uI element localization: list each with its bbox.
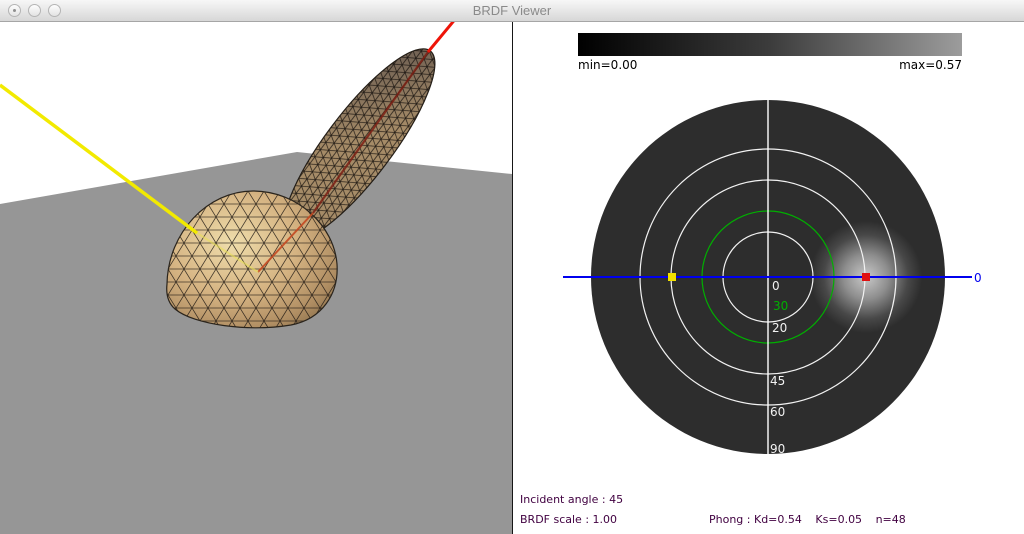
reflection-direction-marker	[862, 273, 870, 281]
ring-label-60: 60	[770, 405, 785, 419]
colorbar-max-label: max=0.57	[899, 58, 962, 72]
ring-label-0: 0	[772, 279, 780, 293]
brdf-viewer-window: BRDF Viewer	[0, 0, 1024, 534]
minimize-button[interactable]	[28, 4, 41, 17]
incident-angle-readout: Incident angle : 45	[520, 493, 623, 506]
colorbar	[578, 33, 962, 56]
colorbar-min-label: min=0.00	[578, 58, 637, 72]
viewport-3d[interactable]	[0, 22, 512, 534]
polar-canvas: min=0.00 max=0.57 0 30	[513, 22, 1024, 534]
traffic-lights	[8, 4, 61, 17]
titlebar: BRDF Viewer	[0, 0, 1024, 22]
viewport-polar[interactable]: min=0.00 max=0.57 0 30	[513, 22, 1024, 534]
ring-label-20: 20	[772, 321, 787, 335]
ring-label-30: 30	[773, 299, 788, 313]
ring-label-45: 45	[770, 374, 785, 388]
phong-kd-value: Phong : Kd=0.54	[709, 513, 802, 526]
window-title: BRDF Viewer	[0, 0, 1024, 21]
viewport-3d-canvas	[0, 22, 512, 534]
main-content: min=0.00 max=0.57 0 30	[0, 22, 1024, 534]
phong-n-value: n=48	[876, 513, 906, 526]
brdf-scale-readout: BRDF scale : 1.00	[520, 513, 617, 526]
incident-direction-marker	[668, 273, 676, 281]
zoom-button[interactable]	[48, 4, 61, 17]
ring-label-90: 90	[770, 442, 785, 456]
phong-ks-value: Ks=0.05	[815, 513, 862, 526]
close-button[interactable]	[8, 4, 21, 17]
phong-parameters-readout: Phong : Kd=0.54 Ks=0.05 n=48	[709, 513, 906, 526]
axis-end-label: 0	[974, 271, 982, 285]
